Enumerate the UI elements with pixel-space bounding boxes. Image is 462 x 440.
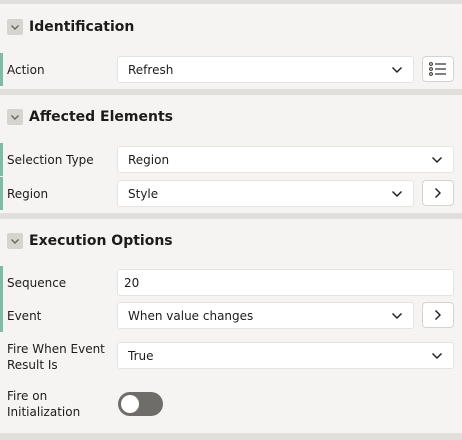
- row-selection-type: Selection Type Region: [0, 143, 462, 176]
- chevron-down-icon[interactable]: [7, 233, 23, 249]
- fire-when-select[interactable]: True: [117, 342, 454, 369]
- row-event: Event When value changes: [0, 299, 462, 332]
- selection-type-label: Selection Type: [7, 153, 94, 167]
- action-select[interactable]: Refresh: [117, 56, 414, 83]
- section-divider: [0, 213, 462, 219]
- fire-on-init-toggle[interactable]: [118, 392, 163, 416]
- chevron-down-icon: [431, 349, 443, 363]
- chevron-down-icon: [391, 187, 403, 201]
- chevron-down-icon: [431, 153, 443, 167]
- required-indicator: [0, 53, 3, 86]
- section-identification[interactable]: Identification: [0, 10, 462, 44]
- section-execution-options[interactable]: Execution Options: [0, 224, 462, 258]
- region-select[interactable]: Style: [117, 180, 414, 207]
- section-title: Execution Options: [29, 233, 173, 249]
- required-indicator: [0, 266, 3, 299]
- row-sequence: Sequence 20: [0, 266, 462, 299]
- event-select[interactable]: When value changes: [117, 302, 414, 329]
- selection-type-select[interactable]: Region: [117, 146, 454, 173]
- row-fire-on-initialization: Fire on Initialization: [0, 383, 462, 423]
- row-action: Action Refresh: [0, 53, 462, 86]
- section-divider: [0, 433, 462, 440]
- required-indicator: [0, 177, 3, 210]
- required-indicator: [0, 299, 3, 332]
- row-region: Region Style: [0, 177, 462, 210]
- section-affected-elements[interactable]: Affected Elements: [0, 100, 462, 134]
- chevron-down-icon: [391, 63, 403, 77]
- list-icon[interactable]: [422, 56, 454, 82]
- sequence-input[interactable]: 20: [117, 269, 454, 296]
- chevron-right-icon[interactable]: [422, 302, 454, 328]
- chevron-down-icon[interactable]: [7, 19, 23, 35]
- toggle-knob: [121, 395, 139, 413]
- section-title: Identification: [29, 19, 135, 35]
- action-label: Action: [7, 63, 45, 77]
- fire-when-label: Fire When Event Result Is: [7, 342, 105, 372]
- event-label: Event: [7, 309, 42, 323]
- top-divider: [0, 0, 462, 4]
- section-title: Affected Elements: [29, 109, 173, 125]
- chevron-down-icon: [391, 309, 403, 323]
- chevron-down-icon[interactable]: [7, 109, 23, 125]
- section-divider: [0, 89, 462, 95]
- fire-on-init-label: Fire on Initialization: [7, 389, 81, 419]
- region-label: Region: [7, 187, 49, 201]
- required-indicator: [0, 143, 3, 176]
- chevron-right-icon[interactable]: [422, 180, 454, 206]
- row-fire-when-event-result: Fire When Event Result Is True: [0, 336, 462, 376]
- sequence-label: Sequence: [7, 276, 67, 290]
